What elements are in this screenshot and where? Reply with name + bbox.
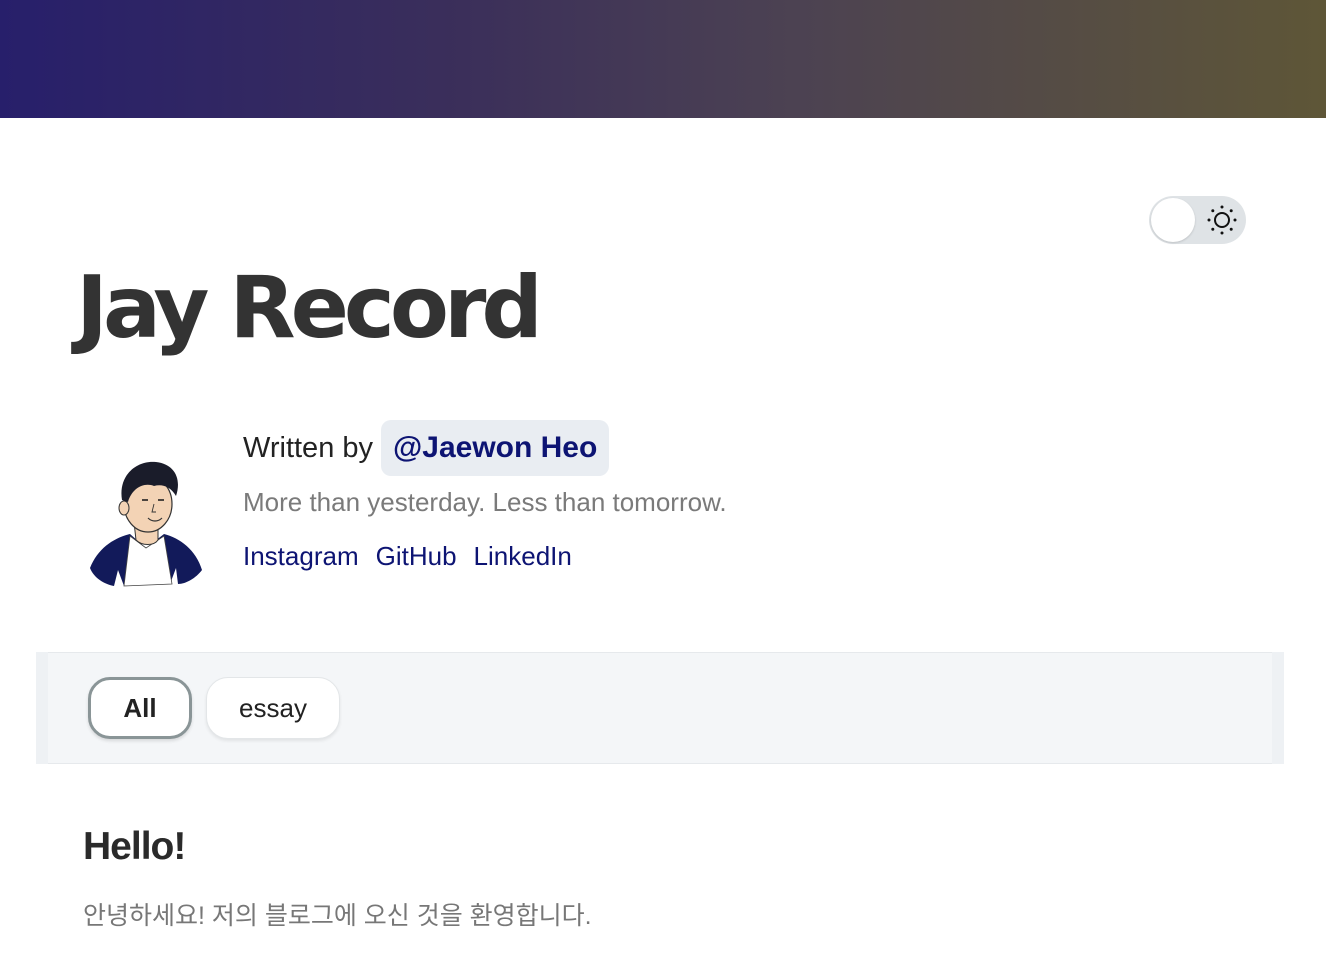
category-chip-essay[interactable]: essay — [206, 677, 340, 739]
written-by-label: Written by — [243, 431, 374, 464]
category-filter-bar: All essay — [36, 652, 1284, 764]
author-line: Written by @Jaewon Heo — [243, 420, 610, 476]
site-title[interactable]: Jay Record — [76, 248, 543, 368]
author-handle-link[interactable]: @Jaewon Heo — [381, 420, 610, 476]
category-chip-all[interactable]: All — [88, 677, 192, 739]
toggle-knob[interactable] — [1151, 198, 1195, 242]
post-excerpt[interactable]: 안녕하세요! 저의 블로그에 오신 것을 환영합니다. — [83, 898, 592, 934]
sun-icon — [1207, 205, 1237, 235]
social-links: Instagram GitHub LinkedIn — [243, 540, 572, 572]
linkedin-link[interactable]: LinkedIn — [474, 540, 572, 572]
author-tagline: More than yesterday. Less than tomorrow. — [243, 487, 727, 517]
category-filter-inner: All essay — [48, 652, 1272, 764]
github-link[interactable]: GitHub — [376, 540, 457, 572]
instagram-link[interactable]: Instagram — [243, 540, 359, 572]
post-title[interactable]: Hello! — [83, 822, 186, 872]
avatar-illustration — [90, 461, 202, 587]
theme-toggle[interactable] — [1149, 196, 1246, 244]
top-banner — [0, 0, 1326, 118]
